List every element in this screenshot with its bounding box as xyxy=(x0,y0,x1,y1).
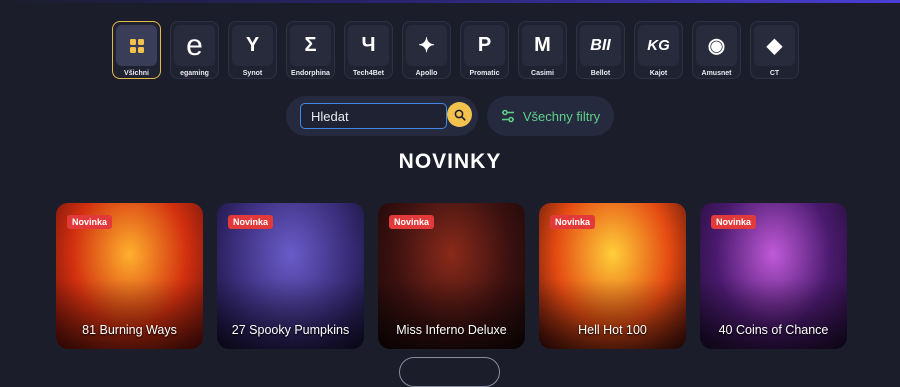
filter-sliders-icon xyxy=(501,109,514,123)
provider-label: Tech4Bet xyxy=(353,70,384,77)
endorphina-logo-icon: Σ xyxy=(290,25,331,66)
provider-filter-bar: Všichni e egaming Y Synot Σ Endorphina Ч… xyxy=(112,21,799,79)
provider-label: Apollo xyxy=(415,70,438,77)
provider-promatic[interactable]: P Promatic xyxy=(460,21,509,79)
search-button[interactable] xyxy=(447,102,472,127)
provider-label: Endorphina xyxy=(291,70,330,77)
provider-label: CT xyxy=(769,70,780,77)
provider-bellot[interactable]: BII Bellot xyxy=(576,21,625,79)
provider-label: Kajot xyxy=(649,70,668,77)
provider-label: Synot xyxy=(242,70,263,77)
provider-label: Casimi xyxy=(531,70,554,77)
casimi-logo-icon: M xyxy=(522,25,563,66)
game-card[interactable]: Novinka 81 Burning Ways xyxy=(56,203,203,349)
provider-label: Amusnet xyxy=(701,70,732,77)
tech4bet-logo-icon: Ч xyxy=(348,25,389,66)
new-badge: Novinka xyxy=(711,215,757,229)
game-card[interactable]: Novinka 27 Spooky Pumpkins xyxy=(217,203,364,349)
provider-egaming[interactable]: e egaming xyxy=(170,21,219,79)
new-badge: Novinka xyxy=(67,215,113,229)
top-accent-line xyxy=(0,0,900,3)
kajot-logo-icon: KG xyxy=(638,25,679,66)
egaming-logo-icon: e xyxy=(174,25,215,66)
amusnet-eye-icon: ◉ xyxy=(696,25,737,66)
new-badge: Novinka xyxy=(389,215,435,229)
provider-synot[interactable]: Y Synot xyxy=(228,21,277,79)
new-games-row: Novinka 81 Burning Ways Novinka 27 Spook… xyxy=(56,203,847,349)
show-more-button[interactable] xyxy=(399,357,500,387)
apollo-star-icon: ✦ xyxy=(406,25,447,66)
provider-label: egaming xyxy=(180,70,209,77)
all-filters-button[interactable]: Všechny filtry xyxy=(487,96,614,136)
provider-kajot[interactable]: KG Kajot xyxy=(634,21,683,79)
game-card[interactable]: Novinka Miss Inferno Deluxe xyxy=(378,203,525,349)
section-title: NOVINKY xyxy=(398,150,502,173)
provider-casimi[interactable]: M Casimi xyxy=(518,21,567,79)
provider-label: Bellot xyxy=(590,70,611,77)
ct-logo-icon: ◆ xyxy=(754,25,795,66)
synot-logo-icon: Y xyxy=(232,25,273,66)
provider-ct[interactable]: ◆ CT xyxy=(750,21,799,79)
game-title: Miss Inferno Deluxe xyxy=(396,323,507,337)
game-title: 27 Spooky Pumpkins xyxy=(231,323,350,337)
new-badge: Novinka xyxy=(228,215,274,229)
all-filters-label: Všechny filtry xyxy=(522,108,601,124)
provider-label: Promatic xyxy=(469,70,500,77)
new-badge: Novinka xyxy=(550,215,596,229)
game-title: 81 Burning Ways xyxy=(82,323,177,337)
search-icon xyxy=(454,109,466,121)
game-title: Hell Hot 100 xyxy=(578,323,647,337)
grid-icon xyxy=(116,25,157,66)
provider-all[interactable]: Všichni xyxy=(112,21,161,79)
provider-endorphina[interactable]: Σ Endorphina xyxy=(286,21,335,79)
provider-label: Všichni xyxy=(124,70,149,77)
game-card[interactable]: Novinka 40 Coins of Chance xyxy=(700,203,847,349)
game-title: 40 Coins of Chance xyxy=(718,323,829,337)
promatic-logo-icon: P xyxy=(464,25,505,66)
search-input[interactable] xyxy=(300,103,447,129)
game-card[interactable]: Novinka Hell Hot 100 xyxy=(539,203,686,349)
provider-amusnet[interactable]: ◉ Amusnet xyxy=(692,21,741,79)
bellot-logo-icon: BII xyxy=(580,25,621,66)
provider-tech4bet[interactable]: Ч Tech4Bet xyxy=(344,21,393,79)
provider-apollo[interactable]: ✦ Apollo xyxy=(402,21,451,79)
